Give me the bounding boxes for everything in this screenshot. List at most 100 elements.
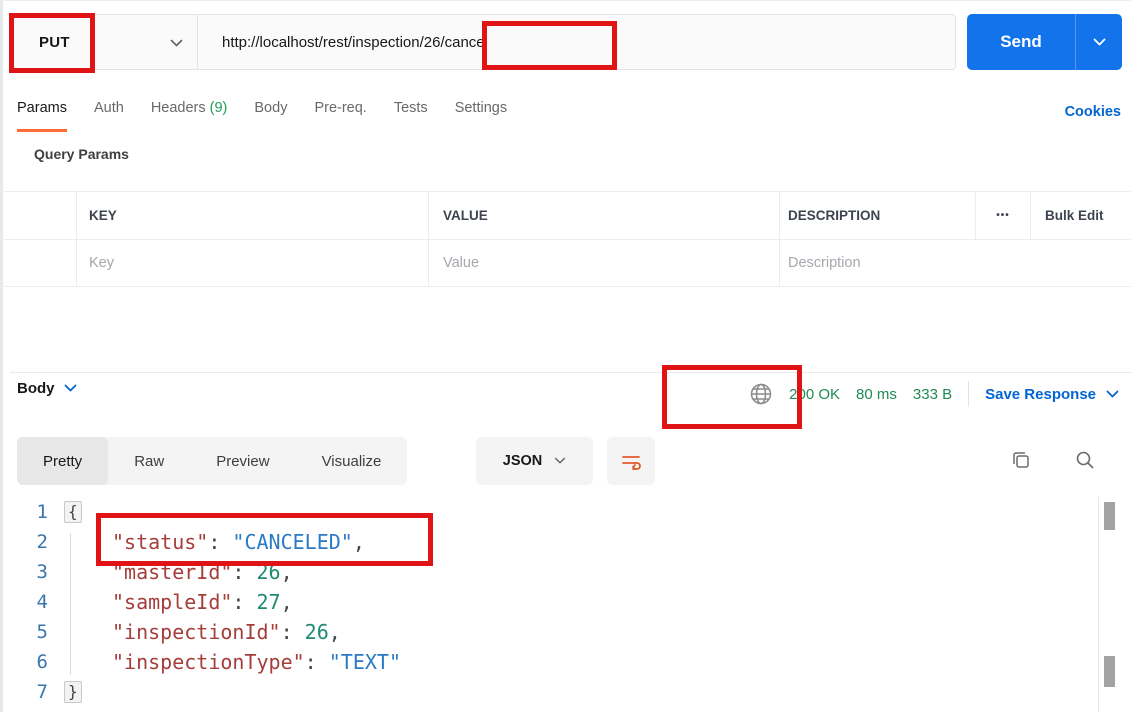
tab-auth[interactable]: Auth: [94, 100, 124, 129]
fold-toggle-icon[interactable]: }: [64, 681, 82, 703]
code-line-1: 1 {: [0, 497, 1131, 527]
more-actions-icon[interactable]: •••: [975, 192, 1030, 239]
json-key: "inspectionType": [112, 650, 305, 674]
code-line-4: 4 "sampleId": 27,: [0, 587, 1131, 617]
fold-toggle-icon[interactable]: {: [64, 501, 82, 523]
query-params-header-row: KEY VALUE DESCRIPTION ••• Bulk Edit: [0, 191, 1131, 240]
status-badge[interactable]: 200 OK: [789, 386, 840, 403]
description-input[interactable]: Description: [779, 240, 1131, 286]
search-icon: [1074, 449, 1096, 471]
column-header-key: KEY: [76, 192, 428, 239]
code-line-5: 5 "inspectionId": 26,: [0, 617, 1131, 647]
response-view-tabs: Pretty Raw Preview Visualize: [17, 437, 407, 485]
tab-headers[interactable]: Headers (9): [151, 100, 228, 129]
wrap-lines-icon: [620, 451, 642, 471]
json-value: 26: [257, 560, 281, 584]
tab-params[interactable]: Params: [17, 100, 67, 132]
code-line-3: 3 "masterId": 26,: [0, 557, 1131, 587]
format-label: JSON: [503, 453, 543, 469]
more-actions-glyph: •••: [996, 210, 1010, 221]
tab-body[interactable]: Body: [254, 100, 287, 129]
code-text: "inspectionId": 26,: [112, 617, 341, 647]
query-params-empty-row: Key Value Description: [0, 240, 1131, 287]
view-tab-raw[interactable]: Raw: [108, 437, 190, 485]
copy-icon: [1010, 449, 1032, 471]
view-tab-preview[interactable]: Preview: [190, 437, 295, 485]
code-text: "inspectionType": "TEXT": [112, 647, 401, 677]
row-checkbox-cell: [0, 240, 76, 286]
save-response-button[interactable]: Save Response: [985, 386, 1119, 403]
json-key: "masterId": [112, 560, 232, 584]
json-comma: ,: [281, 590, 293, 614]
response-time[interactable]: 80 ms: [856, 386, 897, 403]
line-number: 1: [0, 497, 48, 527]
chevron-down-icon: [170, 39, 183, 48]
response-body-viewer[interactable]: 1 { 2 "status": "CANCELED", 3 "masterId"…: [0, 497, 1131, 712]
send-options-chevron[interactable]: [1076, 14, 1122, 70]
copy-response-button[interactable]: [1008, 447, 1034, 473]
json-colon: :: [232, 590, 256, 614]
json-comma: ,: [281, 560, 293, 584]
method-dropdown[interactable]: PUT: [11, 15, 197, 69]
request-url-bar: PUT http://localhost/rest/inspection/26/…: [10, 14, 956, 70]
tab-headers-label: Headers: [151, 100, 206, 116]
bulk-edit-button[interactable]: Bulk Edit: [1030, 192, 1131, 239]
line-number: 2: [0, 527, 48, 557]
scrollbar-thumb[interactable]: [1104, 502, 1115, 530]
meta-divider: [968, 381, 969, 407]
body-dropdown-chevron-icon: [64, 384, 77, 393]
query-params-title: Query Params: [34, 146, 129, 162]
code-text: "status": "CANCELED",: [112, 527, 365, 557]
line-number: 3: [0, 557, 48, 587]
view-tab-visualize[interactable]: Visualize: [296, 437, 408, 485]
value-input[interactable]: Value: [428, 240, 779, 286]
header-checkbox-cell: [0, 192, 76, 239]
json-value: "CANCELED": [232, 530, 352, 554]
globe-icon: [749, 382, 773, 406]
wrap-lines-button[interactable]: [607, 437, 655, 485]
search-response-button[interactable]: [1072, 447, 1098, 473]
column-header-value: VALUE: [428, 192, 779, 239]
json-key: "inspectionId": [112, 620, 281, 644]
line-number: 6: [0, 647, 48, 677]
scrollbar-thumb[interactable]: [1104, 656, 1115, 687]
json-colon: :: [208, 530, 232, 554]
code-text: "sampleId": 27,: [112, 587, 293, 617]
json-key: "status": [112, 530, 208, 554]
json-colon: :: [305, 650, 329, 674]
code-line-2: 2 "status": "CANCELED",: [0, 527, 1131, 557]
tab-settings[interactable]: Settings: [455, 100, 507, 129]
tab-prereq[interactable]: Pre-req.: [314, 100, 366, 129]
column-header-description: DESCRIPTION: [779, 192, 975, 239]
line-number: 7: [0, 677, 48, 707]
view-tab-pretty[interactable]: Pretty: [17, 437, 108, 485]
code-indent-guide: [70, 533, 71, 675]
json-colon: :: [281, 620, 305, 644]
response-size[interactable]: 333 B: [913, 386, 952, 403]
key-input[interactable]: Key: [76, 240, 428, 286]
code-text: "masterId": 26,: [112, 557, 293, 587]
tab-tests[interactable]: Tests: [394, 100, 428, 129]
format-dropdown[interactable]: JSON: [476, 437, 593, 485]
method-label: PUT: [39, 34, 70, 51]
save-response-label: Save Response: [985, 386, 1096, 403]
send-button-label[interactable]: Send: [967, 14, 1075, 70]
code-line-7: 7 }: [0, 677, 1131, 707]
json-colon: :: [232, 560, 256, 584]
json-comma: ,: [329, 620, 341, 644]
headers-count-badge: (9): [210, 100, 228, 116]
response-body-selector[interactable]: Body: [17, 380, 77, 397]
json-value: 26: [305, 620, 329, 644]
send-button[interactable]: Send: [967, 14, 1122, 70]
response-body-label: Body: [17, 380, 55, 397]
cookies-link[interactable]: Cookies: [1065, 104, 1121, 120]
line-number: 5: [0, 617, 48, 647]
json-value: 27: [257, 590, 281, 614]
json-key: "sampleId": [112, 590, 232, 614]
response-meta-bar: 200 OK 80 ms 333 B Save Response: [749, 381, 1119, 407]
pane-top-border: [0, 0, 1131, 1]
url-input[interactable]: http://localhost/rest/inspection/26/canc…: [198, 15, 955, 69]
json-comma: ,: [353, 530, 365, 554]
request-tabs: Params Auth Headers (9) Body Pre-req. Te…: [17, 100, 507, 132]
code-line-6: 6 "inspectionType": "TEXT": [0, 647, 1131, 677]
